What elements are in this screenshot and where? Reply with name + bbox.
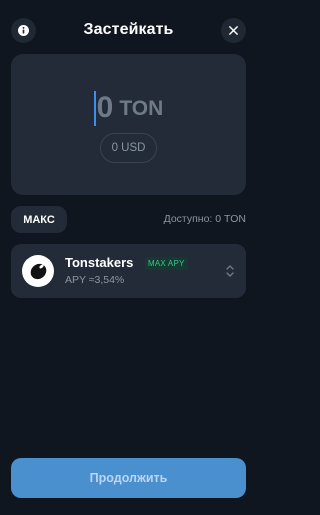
provider-name: Tonstakers	[65, 255, 134, 270]
amount-unit: TON	[119, 96, 164, 120]
chevron-up-down-icon	[226, 265, 234, 277]
staking-provider-selector[interactable]: Tonstakers MAX APY APY ≈3,54%	[11, 244, 246, 298]
close-icon	[229, 26, 238, 35]
max-apy-badge: MAX APY	[145, 257, 188, 270]
header: Застейкать	[0, 18, 257, 46]
amount-card[interactable]: 0 TON 0 USD	[11, 54, 246, 195]
amount-input[interactable]: 0 TON	[11, 88, 246, 128]
tonstakers-logo	[22, 255, 54, 287]
stake-screen: Застейкать 0 TON 0 USD МАКС Доступно: 0 …	[0, 0, 257, 515]
fiat-equivalent-toggle[interactable]: 0 USD	[100, 133, 157, 163]
page-title: Застейкать	[83, 21, 174, 38]
input-caret	[93, 90, 96, 126]
max-button[interactable]: МАКС	[11, 206, 67, 233]
close-button[interactable]	[221, 18, 246, 43]
available-balance: Доступно: 0 TON	[163, 213, 246, 225]
continue-button[interactable]: Продолжить	[11, 458, 246, 498]
provider-apy: APY ≈3,54%	[65, 274, 125, 286]
amount-value: 0	[96, 91, 114, 124]
